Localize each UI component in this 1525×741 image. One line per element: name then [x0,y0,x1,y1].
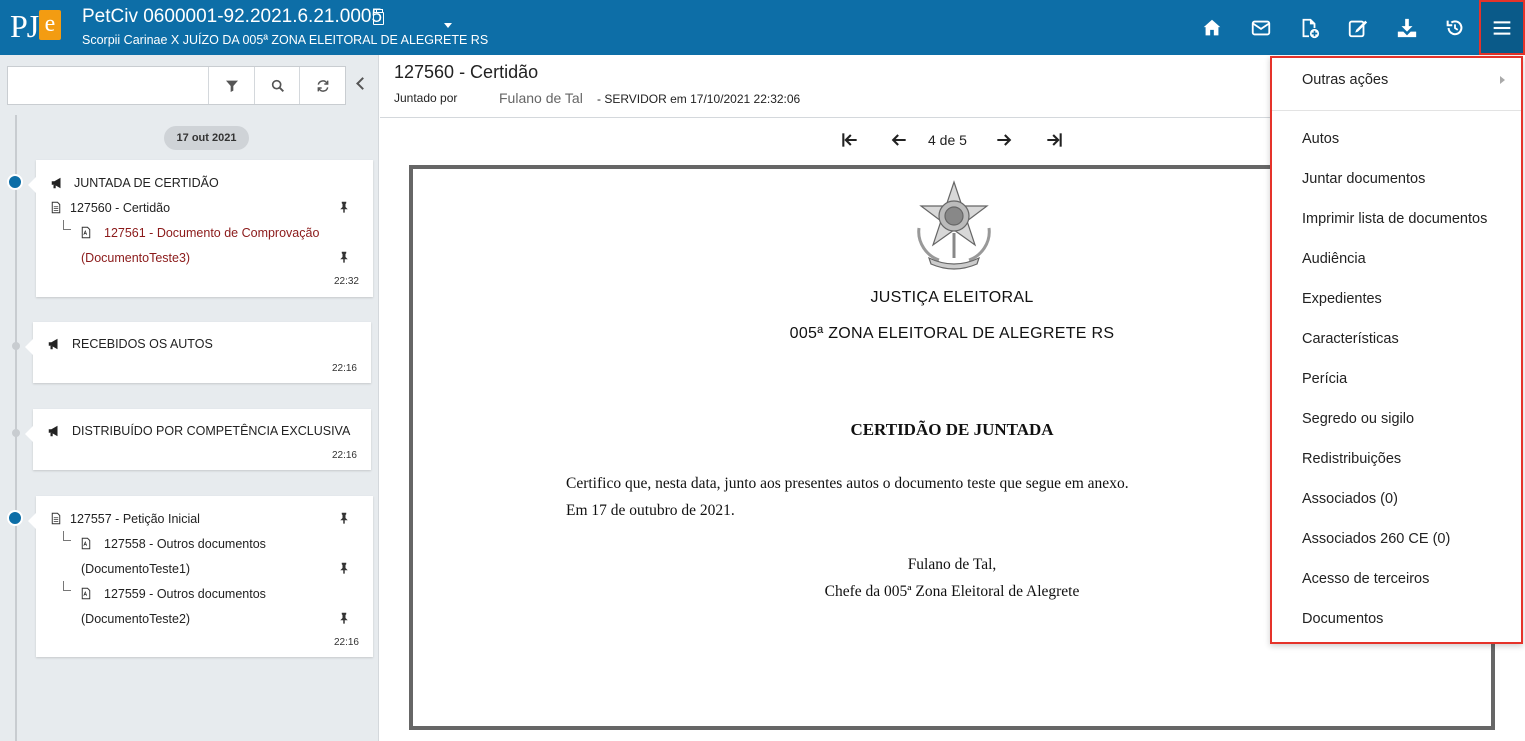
filter-button[interactable] [208,67,254,104]
joined-by-label: Juntado por [394,91,458,105]
menu-item-pericia[interactable]: Perícia [1302,371,1347,387]
pin-icon[interactable] [338,250,350,264]
first-page-button[interactable] [838,128,862,152]
arrow-right-icon [997,134,1012,146]
process-title: PetCiv 0600001-92.2021.6.21.0005 [82,6,383,27]
event-time: 22:32 [333,276,359,287]
event-title: JUNTADA DE CERTIDÃO [74,176,219,190]
event-title: DISTRIBUÍDO POR COMPETÊNCIA EXCLUSIVA [72,424,351,438]
document-icon [51,512,61,525]
process-subtitle: Scorpii Carinae X JUÍZO DA 005ª ZONA ELE… [82,33,489,47]
menu-item-acesso-terceiros[interactable]: Acesso de terceiros [1302,571,1429,587]
history-icon[interactable] [1440,13,1470,43]
pin-icon[interactable] [338,561,350,575]
event-title: RECEBIDOS OS AUTOS [72,337,213,351]
new-document-icon[interactable] [1294,13,1324,43]
divider [380,117,1270,118]
timeline-dot [12,342,20,350]
menu-item-associados-260[interactable]: Associados 260 CE (0) [1302,531,1450,547]
search-input[interactable] [8,67,208,104]
copy-icon[interactable] [373,9,384,25]
document-body-line: Certifico que, nesta data, junto aos pre… [566,475,1129,492]
pdf-icon [81,226,91,239]
attachment-link[interactable]: 127559 - Outros documentos [104,587,266,601]
home-icon[interactable] [1197,13,1227,43]
attachment-link-name[interactable]: (DocumentoTeste3) [81,251,190,265]
refresh-button[interactable] [299,67,345,104]
document-link[interactable]: 127560 - Certidão [70,201,170,215]
chevron-right-icon [1500,76,1505,84]
top-header: PJ e PetCiv 0600001-92.2021.6.21.0005 Sco… [0,0,1525,55]
event-time: 22:16 [331,450,357,461]
refresh-icon [317,79,328,92]
attachment-link-name[interactable]: (DocumentoTeste2) [81,612,190,626]
chevron-left-icon[interactable] [356,77,369,90]
menu-item-juntar-documentos[interactable]: Juntar documentos [1302,171,1425,187]
timeline-dot [7,510,23,526]
first-page-icon [842,133,857,147]
actions-dropdown-menu: Outras ações Autos Juntar documentos Imp… [1270,56,1523,644]
timeline-card-recebidos[interactable]: RECEBIDOS OS AUTOS 22:16 [25,322,371,383]
menu-item-redistribuicoes[interactable]: Redistribuições [1302,451,1401,467]
attachment-link-name[interactable]: (DocumentoTeste1) [81,562,190,576]
timeline-line [15,115,17,741]
timeline-date: 17 out 2021 [164,126,249,150]
menu-item-documentos[interactable]: Documentos [1302,611,1383,627]
event-time: 22:16 [331,363,357,374]
menu-divider [1272,110,1521,111]
megaphone-icon [51,177,61,189]
chevron-down-icon[interactable] [444,23,452,28]
joined-by-info: - SERVIDOR em 17/10/2021 22:32:06 [597,92,801,106]
menu-item-imprimir-lista[interactable]: Imprimir lista de documentos [1302,211,1487,227]
previous-page-button[interactable] [887,128,911,152]
timeline-card-peticao[interactable]: 127557 - Petição Inicial 127558 - Outros… [28,496,373,657]
search-bar [7,66,346,105]
menu-item-segredo-sigilo[interactable]: Segredo ou sigilo [1302,411,1414,427]
timeline-card-juntada[interactable]: JUNTADA DE CERTIDÃO 127560 - Certidão 12… [28,160,373,297]
document-body-line: Em 17 de outubro de 2021. [566,502,735,519]
timeline-dot [12,429,20,437]
pin-icon[interactable] [338,200,350,214]
filter-icon [225,80,238,92]
search-icon [271,79,284,92]
timeline-panel: 17 out 2021 JUNTADA DE CERTIDÃO 127560 -… [0,55,379,741]
search-button[interactable] [254,67,300,104]
attachment-link[interactable]: 127561 - Documento de Comprovação [104,226,319,240]
menu-icon [1493,20,1511,35]
menu-item-audiencia[interactable]: Audiência [1302,251,1366,267]
pdf-icon [81,537,91,550]
joined-by-name: Fulano de Tal [499,90,583,106]
pin-icon[interactable] [338,611,350,625]
event-time: 22:16 [333,637,359,648]
menu-item-caracteristicas[interactable]: Características [1302,331,1399,347]
megaphone-icon [48,338,58,350]
menu-button[interactable] [1479,0,1525,55]
mail-icon[interactable] [1246,13,1276,43]
menu-item-associados[interactable]: Associados (0) [1302,491,1398,507]
download-icon[interactable] [1392,13,1422,43]
pin-icon[interactable] [338,511,350,525]
next-page-button[interactable] [992,128,1016,152]
last-page-button[interactable] [1042,128,1066,152]
attachment-link[interactable]: 127558 - Outros documentos [104,537,266,551]
page-indicator: 4 de 5 [928,132,967,148]
menu-item-outras-acoes[interactable]: Outras ações [1302,72,1388,88]
document-icon [51,201,61,214]
document-link[interactable]: 127557 - Petição Inicial [70,512,200,526]
pdf-icon [81,587,91,600]
last-page-icon [1047,133,1062,147]
pje-logo[interactable]: PJ e [10,8,61,46]
document-title: 127560 - Certidão [394,62,539,82]
coat-of-arms-emblem [917,180,991,270]
megaphone-icon [48,425,58,437]
timeline-card-distribuido[interactable]: DISTRIBUÍDO POR COMPETÊNCIA EXCLUSIVA 22… [25,409,371,470]
timeline-dot [7,174,23,190]
menu-item-expedientes[interactable]: Expedientes [1302,291,1382,307]
edit-icon[interactable] [1343,13,1373,43]
arrow-left-icon [891,134,906,146]
menu-item-autos[interactable]: Autos [1302,131,1339,147]
